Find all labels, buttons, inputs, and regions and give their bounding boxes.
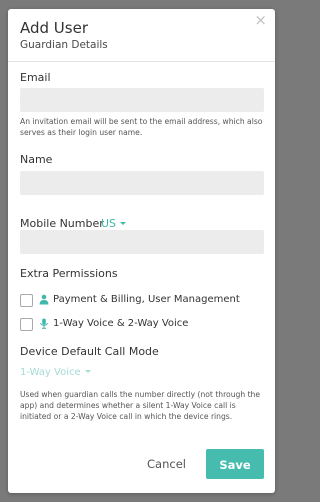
email-help-text: An invitation email will be sent to the …: [20, 117, 263, 137]
chevron-down-icon: [120, 222, 127, 225]
country-code-value: US: [101, 217, 117, 230]
chevron-down-icon: [84, 370, 91, 373]
call-mode-value: 1-Way Voice: [20, 367, 81, 378]
email-field[interactable]: [20, 88, 264, 112]
dialog-subtitle: Guardian Details: [20, 39, 108, 51]
dialog-title: Add User: [20, 19, 88, 37]
permission-checkbox-voice[interactable]: [20, 318, 33, 331]
microphone-icon: [40, 318, 48, 329]
save-button[interactable]: Save: [206, 449, 264, 479]
call-mode-dropdown[interactable]: 1-Way Voice: [20, 367, 91, 379]
permission-label-billing: Payment & Billing, User Management: [53, 294, 240, 305]
name-label: Name: [20, 153, 53, 166]
permission-checkbox-billing[interactable]: [20, 294, 33, 307]
country-code-dropdown[interactable]: US: [101, 217, 127, 230]
close-icon[interactable]: ×: [254, 13, 267, 28]
call-mode-help-text: Used when guardian calls the number dire…: [20, 390, 261, 421]
cancel-button[interactable]: Cancel: [147, 457, 186, 471]
mobile-number-label: Mobile Number: [20, 217, 104, 230]
add-user-dialog: Add User Guardian Details × Email An inv…: [8, 9, 275, 493]
dialog-header: Add User Guardian Details ×: [8, 9, 275, 62]
call-mode-label: Device Default Call Mode: [20, 345, 159, 358]
user-icon: [39, 294, 49, 305]
permission-label-voice: 1-Way Voice & 2-Way Voice: [53, 318, 189, 329]
email-label: Email: [20, 71, 51, 84]
extra-permissions-label: Extra Permissions: [20, 267, 118, 280]
mobile-number-field[interactable]: [20, 230, 264, 254]
name-field[interactable]: [20, 171, 264, 195]
